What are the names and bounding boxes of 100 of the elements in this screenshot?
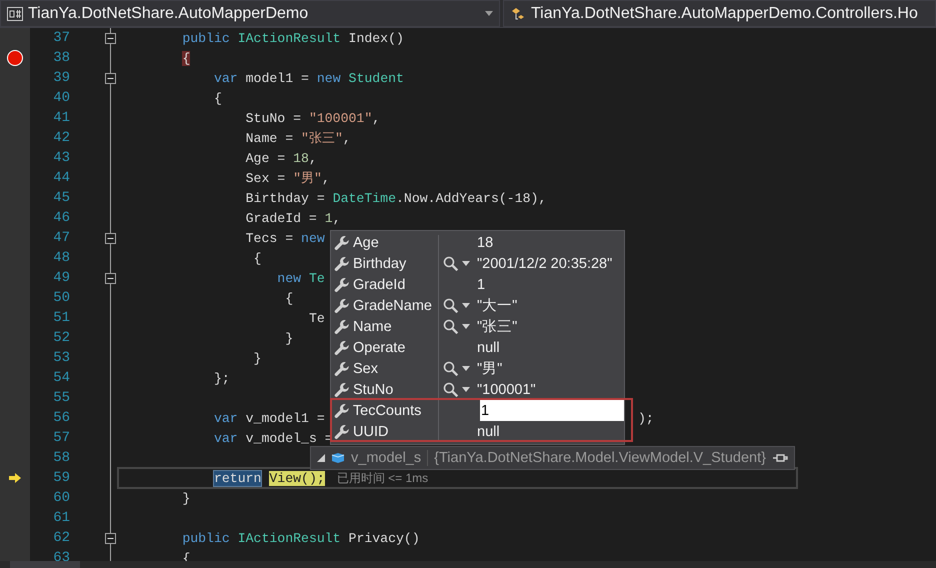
- member-name: TecCounts: [352, 402, 422, 418]
- member-name: Operate: [353, 340, 406, 356]
- code-text: Tecs =: [246, 230, 294, 246]
- caret-icon[interactable]: [462, 303, 470, 308]
- code-text: Age =: [246, 150, 286, 166]
- code-text: ,: [372, 110, 380, 126]
- caret-icon[interactable]: [462, 387, 470, 392]
- code-text: v_model1 =: [246, 410, 325, 426]
- line-number: 58: [52, 450, 70, 466]
- code-text: new: [301, 230, 325, 246]
- breakpoint-icon[interactable]: [7, 50, 23, 66]
- search-icon[interactable]: [443, 298, 459, 314]
- code-text: IActionResult: [238, 30, 341, 46]
- line-number: 60: [52, 490, 70, 506]
- wrench-icon: [334, 382, 350, 398]
- line-number: 48: [52, 250, 70, 266]
- code-text: Student: [348, 70, 404, 86]
- line-number: 54: [52, 370, 70, 386]
- wrench-icon: [334, 318, 350, 334]
- caret-icon[interactable]: [462, 366, 470, 371]
- code-text: .Now.AddYears(-18),: [396, 190, 546, 206]
- member-name: GradeName: [353, 298, 433, 314]
- code-text: ,: [308, 150, 317, 166]
- project-dropdown[interactable]: TianYa.DotNetShare.AutoMapperDemo: [0, 0, 500, 27]
- code-text: model1 =: [246, 70, 310, 86]
- line-number: 59: [52, 470, 70, 486]
- line-number: 56: [52, 410, 70, 426]
- member-name: Age: [353, 234, 380, 250]
- line-number: 49: [52, 270, 70, 286]
- code-text: Index(): [348, 30, 404, 46]
- code-text: ,: [342, 130, 351, 146]
- line-number: 47: [52, 230, 70, 246]
- wrench-icon: [334, 276, 350, 292]
- line-number: 43: [52, 150, 70, 166]
- variable-value: {TianYa.DotNetShare.Model.ViewModel.V_Student}: [434, 450, 766, 466]
- member-value: "2001/12/2 20:35:28": [477, 256, 612, 272]
- code-text: var: [214, 70, 238, 86]
- code-text: return: [214, 470, 262, 486]
- line-number: 52: [52, 330, 70, 346]
- member-value: null: [477, 340, 500, 356]
- wrench-icon: [334, 360, 350, 376]
- line-number: 38: [52, 50, 70, 66]
- code-text: new: [277, 270, 302, 286]
- code-text: IActionResult: [238, 530, 341, 546]
- variable-name: v_model_s: [351, 450, 428, 466]
- collapse-icon[interactable]: [105, 272, 116, 284]
- code-text: var: [214, 430, 238, 446]
- code-text: "男": [293, 170, 322, 187]
- line-number: 45: [52, 190, 70, 206]
- expand-icon[interactable]: [317, 454, 325, 462]
- code-text: };: [214, 370, 230, 386]
- wrench-icon: [334, 298, 350, 314]
- search-icon[interactable]: [443, 360, 459, 376]
- member-value: 18: [477, 234, 494, 250]
- value-field[interactable]: 1: [480, 400, 624, 421]
- code-text: Name =: [246, 130, 294, 146]
- code-text: Privacy(): [348, 530, 420, 546]
- elapsed-time: 已用时间 <= 1ms: [336, 470, 428, 486]
- member-name: UUID: [353, 424, 390, 440]
- line-number: 53: [52, 350, 70, 366]
- code-text: 1: [324, 210, 333, 226]
- member-dropdown[interactable]: TianYa.DotNetShare.AutoMapperDemo.Controllers.Ho: [503, 0, 936, 27]
- collapse-icon[interactable]: [105, 32, 116, 44]
- member-value: "男": [477, 360, 502, 378]
- wrench-icon: [334, 340, 350, 356]
- class-icon: [510, 6, 526, 22]
- arrow-icon: [9, 473, 21, 483]
- caret-icon[interactable]: [462, 261, 470, 266]
- line-number: 57: [52, 430, 70, 446]
- search-icon[interactable]: [443, 382, 459, 398]
- member-name: Name: [353, 318, 393, 334]
- line-number: 37: [52, 30, 70, 46]
- line-number: 39: [52, 70, 70, 86]
- code-text: {: [214, 90, 222, 106]
- pin-icon[interactable]: [772, 453, 788, 463]
- member-value: "100001": [477, 382, 536, 398]
- wrench-icon: [334, 234, 350, 250]
- collapse-icon[interactable]: [105, 232, 116, 244]
- code-text: Birthday =: [246, 190, 326, 206]
- collapse-icon[interactable]: [105, 72, 116, 84]
- code-text: );: [638, 410, 654, 426]
- code-text: "张三": [301, 130, 343, 147]
- search-icon[interactable]: [443, 318, 459, 334]
- search-icon[interactable]: [443, 256, 459, 272]
- scrollbar-thumb[interactable]: [10, 561, 80, 568]
- line-number: 44: [52, 170, 70, 186]
- line-number: 61: [52, 510, 70, 526]
- code-text: GradeId =: [246, 210, 318, 226]
- member-name: GradeId: [353, 276, 406, 292]
- line-number: 50: [52, 290, 70, 306]
- caret-icon[interactable]: [462, 324, 470, 329]
- code-text: }: [285, 330, 294, 346]
- member-value: 1: [477, 276, 486, 292]
- member-name: StuNo: [353, 382, 394, 398]
- line-number: 51: [52, 310, 70, 326]
- code-text: {: [285, 290, 294, 306]
- csharp-file-icon: [7, 6, 23, 20]
- code-text: "100001": [308, 110, 372, 126]
- collapse-icon[interactable]: [105, 532, 116, 544]
- object-icon: [331, 452, 345, 464]
